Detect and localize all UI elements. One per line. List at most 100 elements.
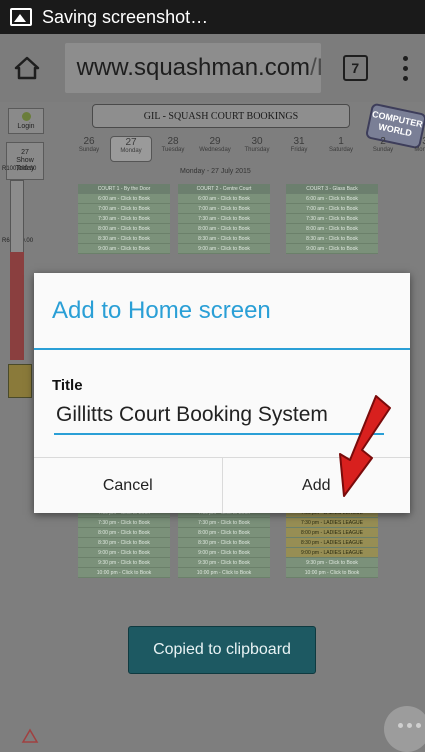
- target-label: R100,000.00: [2, 166, 37, 172]
- page-title: GIL - SQUASH COURT BOOKINGS: [92, 104, 350, 128]
- booking-slot[interactable]: 6:00 am - Click to Book: [286, 194, 378, 204]
- day-number: 1: [338, 136, 344, 147]
- day-name: Thursday: [244, 147, 270, 153]
- dialog-divider: [34, 348, 410, 350]
- day-number: 27: [125, 137, 137, 148]
- day-tab[interactable]: 29 Wednesday: [194, 136, 236, 162]
- day-name: Monday: [414, 147, 425, 153]
- tab-switcher-button[interactable]: 7: [342, 55, 368, 81]
- day-number: 29: [209, 136, 221, 147]
- day-name: Tuesday: [161, 147, 185, 153]
- booking-slot[interactable]: 9:00 pm - Click to Book: [78, 548, 170, 558]
- day-tab[interactable]: 31 Friday: [278, 136, 320, 162]
- url-path: /Bo: [310, 54, 320, 81]
- booking-slot[interactable]: 8:00 am - Click to Book: [178, 224, 270, 234]
- today-day: 27: [21, 149, 29, 156]
- booking-slot[interactable]: 7:30 am - Click to Book: [78, 214, 170, 224]
- court-header: COURT 1 - By the Door: [78, 184, 170, 194]
- show-today-button[interactable]: 27 Show Today: [6, 142, 44, 180]
- day-tab[interactable]: 1 Saturday: [320, 136, 362, 162]
- day-number: 2: [380, 136, 386, 147]
- day-name: Sunday: [78, 147, 100, 153]
- url-bar[interactable]: www.squashman.com/Bo: [64, 43, 321, 93]
- booking-slot[interactable]: 8:00 pm - Click to Book: [178, 528, 270, 538]
- booking-slot[interactable]: 9:30 pm - Click to Book: [286, 558, 378, 568]
- booking-slot[interactable]: 8:30 pm - LADIES LEAGUE: [286, 538, 378, 548]
- title-field-label: Title: [52, 377, 83, 394]
- booking-slot[interactable]: 8:00 pm - Click to Book: [78, 528, 170, 538]
- side-badge: [8, 364, 32, 398]
- court-header: COURT 3 - Glass Back: [286, 184, 378, 194]
- booking-slot[interactable]: 8:30 pm - Click to Book: [78, 538, 170, 548]
- booking-slot[interactable]: 10:00 pm - Click to Book: [178, 568, 270, 578]
- booking-slot[interactable]: 8:00 am - Click to Book: [78, 224, 170, 234]
- dialog-title: Add to Home screen: [52, 297, 271, 324]
- day-name: Friday: [290, 147, 308, 153]
- status-bar: Saving screenshot…: [0, 0, 425, 34]
- day-tab[interactable]: 27 Monday: [110, 136, 152, 162]
- booking-slot[interactable]: 7:00 am - Click to Book: [178, 204, 270, 214]
- booking-slot[interactable]: 7:00 am - Click to Book: [78, 204, 170, 214]
- booking-slot[interactable]: 9:00 am - Click to Book: [78, 244, 170, 254]
- day-number: 31: [293, 136, 305, 147]
- day-name: Sunday: [372, 147, 394, 153]
- booking-slot[interactable]: 9:00 pm - Click to Book: [178, 548, 270, 558]
- selected-date: Monday - 27 July 2015: [180, 168, 251, 175]
- booking-slot[interactable]: 9:30 pm - Click to Book: [178, 558, 270, 568]
- home-button[interactable]: [0, 34, 55, 102]
- browser-toolbar: www.squashman.com/Bo 7: [0, 34, 425, 102]
- booking-slot[interactable]: 7:30 pm - Click to Book: [78, 518, 170, 528]
- booking-slot[interactable]: 8:00 am - Click to Book: [286, 224, 378, 234]
- login-button[interactable]: Login: [8, 108, 44, 134]
- court-column-lower: 7:00 pm - Click to Book 7:30 pm - Click t…: [78, 508, 170, 578]
- booking-slot[interactable]: 9:00 am - Click to Book: [286, 244, 378, 254]
- booking-slot[interactable]: 10:00 pm - Click to Book: [286, 568, 378, 578]
- day-number: 30: [251, 136, 263, 147]
- booking-slot[interactable]: 8:00 pm - LADIES LEAGUE: [286, 528, 378, 538]
- clipboard-toast: Copied to clipboard: [128, 626, 316, 674]
- day-tab[interactable]: 3Monday: [404, 136, 425, 162]
- court-column-lower: 7:00 pm - LADIES LEAGUE 7:30 pm - LADIES …: [286, 508, 378, 578]
- court-column: COURT 1 - By the Door 6:00 am - Click to …: [78, 184, 170, 254]
- day-tab[interactable]: 2 Sunday: [362, 136, 404, 162]
- cancel-button[interactable]: Cancel: [34, 458, 222, 513]
- booking-slot[interactable]: 9:30 pm - Click to Book: [78, 558, 170, 568]
- status-text: Saving screenshot…: [42, 6, 209, 27]
- booking-slot[interactable]: 10:00 pm - Click to Book: [78, 568, 170, 578]
- booking-slot[interactable]: 6:00 am - Click to Book: [78, 194, 170, 204]
- day-name: Saturday: [328, 147, 353, 153]
- overflow-menu-icon[interactable]: [386, 34, 425, 102]
- title-input[interactable]: [54, 397, 384, 435]
- court-header: COURT 2 - Centre Court: [178, 184, 270, 194]
- court-column: COURT 3 - Glass Back 6:00 am - Click to B…: [286, 184, 378, 254]
- booking-slot[interactable]: 8:30 am - Click to Book: [178, 234, 270, 244]
- floating-action-button[interactable]: [384, 706, 425, 752]
- booking-slot[interactable]: 7:30 pm - Click to Book: [178, 518, 270, 528]
- booking-slot[interactable]: 8:30 am - Click to Book: [286, 234, 378, 244]
- day-strip: 26 Sunday 27 Monday 28 Tuesday 29 Wednesday 30 Th…: [68, 136, 425, 162]
- screenshot-icon: [10, 8, 32, 26]
- court-column: COURT 2 - Centre Court 6:00 am - Click to…: [178, 184, 270, 254]
- day-tab[interactable]: 28 Tuesday: [152, 136, 194, 162]
- fab-dots-icon: [398, 723, 421, 728]
- booking-slot[interactable]: 9:00 pm - LADIES LEAGUE: [286, 548, 378, 558]
- thermometer-fill: [10, 252, 24, 360]
- booking-slot[interactable]: 7:30 am - Click to Book: [286, 214, 378, 224]
- court-column-lower: 7:00 pm - Click to Book 7:30 pm - Click t…: [178, 508, 270, 578]
- booking-slot[interactable]: 8:30 pm - Click to Book: [178, 538, 270, 548]
- day-name: Wednesday: [199, 147, 231, 153]
- home-icon: [15, 56, 40, 80]
- booking-slot[interactable]: 7:30 pm - LADIES LEAGUE: [286, 518, 378, 528]
- day-number: 26: [83, 136, 95, 147]
- day-tab[interactable]: 26 Sunday: [68, 136, 110, 162]
- booking-slot[interactable]: 7:30 am - Click to Book: [178, 214, 270, 224]
- day-tab[interactable]: 30 Thursday: [236, 136, 278, 162]
- day-number: 28: [167, 136, 179, 147]
- booking-slot[interactable]: 8:30 am - Click to Book: [78, 234, 170, 244]
- day-number: 3: [404, 136, 425, 147]
- booking-slot[interactable]: 6:00 am - Click to Book: [178, 194, 270, 204]
- booking-slot[interactable]: 7:00 am - Click to Book: [286, 204, 378, 214]
- booking-slot[interactable]: 9:00 am - Click to Book: [178, 244, 270, 254]
- red-arrow-icon: [339, 395, 391, 497]
- corner-brand-icon: [21, 728, 39, 743]
